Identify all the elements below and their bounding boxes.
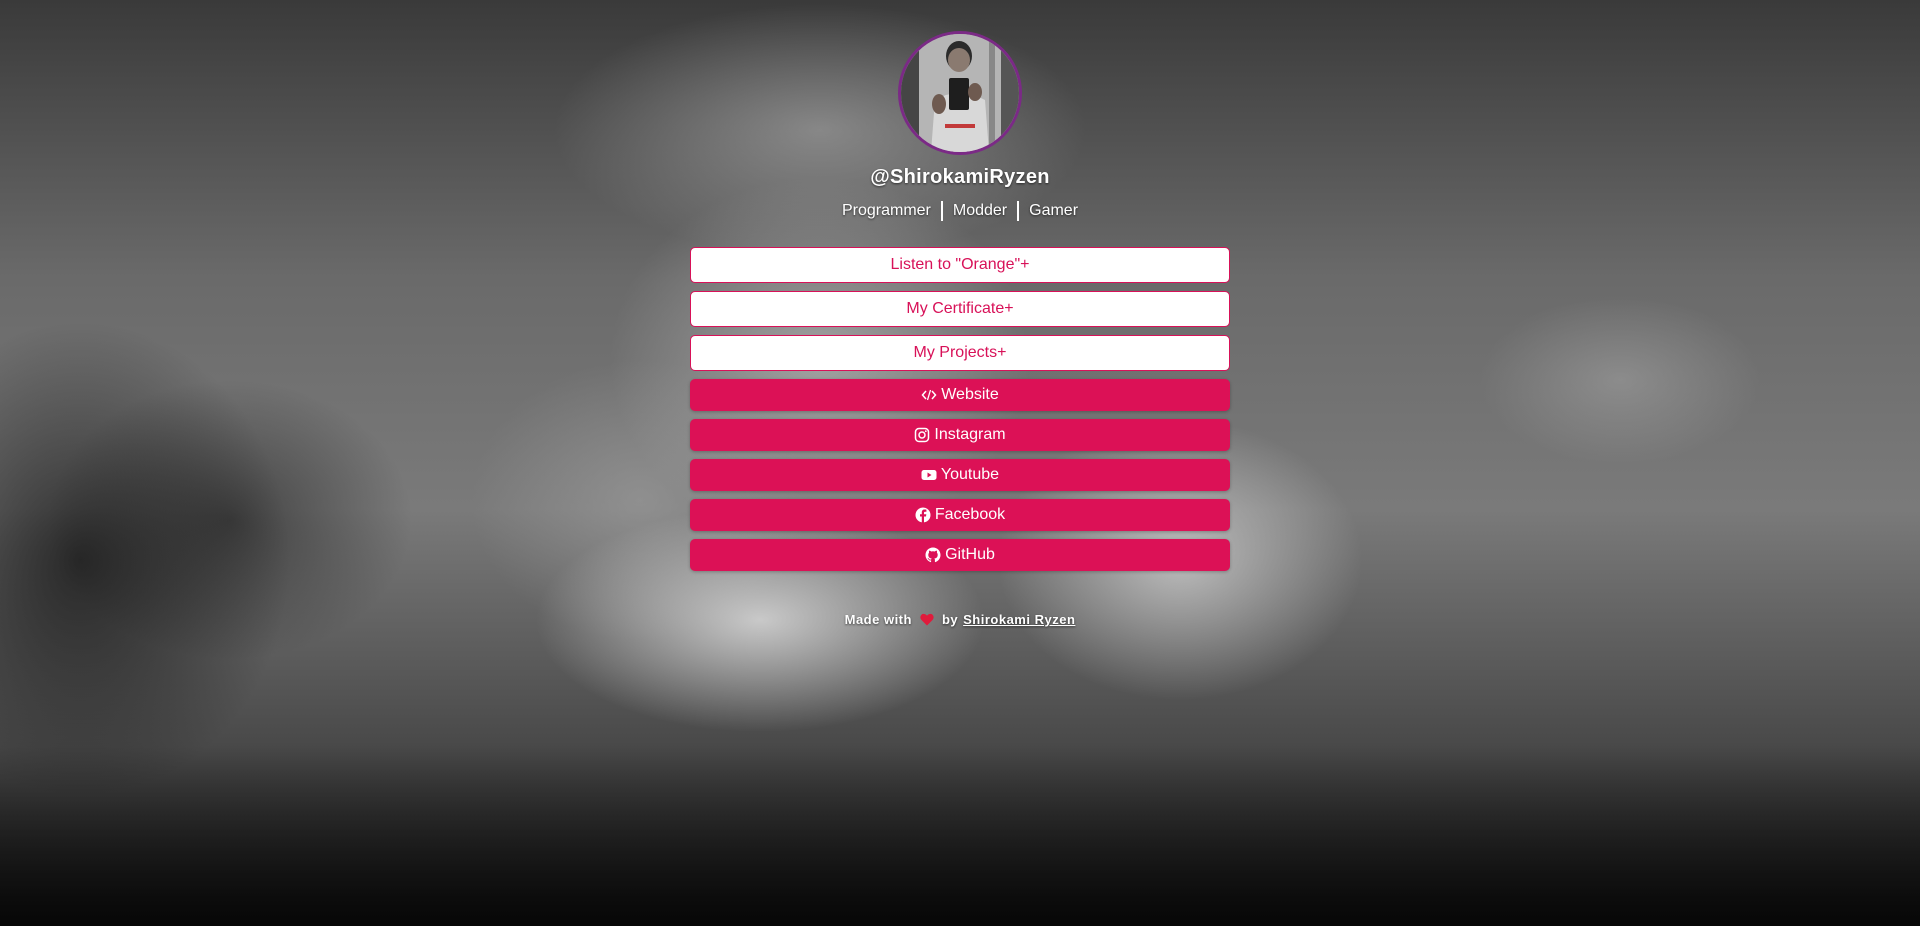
button-label: Website <box>941 386 999 403</box>
link-list: Listen to "Orange"+ My Certificate+ My P… <box>690 247 1230 579</box>
website-button[interactable]: Website <box>690 379 1230 411</box>
made-with-text: Made with <box>844 612 912 627</box>
youtube-button[interactable]: Youtube <box>690 459 1230 491</box>
button-label: My Projects+ <box>913 344 1007 361</box>
code-icon <box>921 387 937 403</box>
avatar <box>898 31 1022 155</box>
heart-icon <box>920 613 934 626</box>
tag-separator <box>1017 201 1020 221</box>
button-label: My Certificate+ <box>906 300 1014 317</box>
youtube-icon <box>921 467 937 483</box>
tag-gamer: Gamer <box>1029 202 1079 219</box>
my-projects-button[interactable]: My Projects+ <box>690 335 1230 371</box>
profile-container: @ShirokamiRyzen Programmer Modder Gamer … <box>0 0 1920 627</box>
by-text: by <box>941 612 959 627</box>
button-label: Instagram <box>934 426 1006 443</box>
button-label: Youtube <box>940 466 1000 483</box>
button-label: GitHub <box>945 546 995 563</box>
tag-programmer: Programmer <box>841 202 931 219</box>
tag-modder: Modder <box>952 202 1008 219</box>
instagram-button[interactable]: Instagram <box>690 419 1230 451</box>
tag-separator <box>940 201 943 221</box>
username: @ShirokamiRyzen <box>870 166 1050 188</box>
facebook-icon <box>915 507 931 523</box>
my-certificate-button[interactable]: My Certificate+ <box>690 291 1230 327</box>
tagline: Programmer Modder Gamer <box>842 201 1078 221</box>
button-label: Listen to "Orange"+ <box>890 256 1030 273</box>
button-label: Facebook <box>934 506 1006 523</box>
background-shade <box>0 746 1920 926</box>
github-button[interactable]: GitHub <box>690 539 1230 571</box>
instagram-icon <box>914 427 930 443</box>
avatar-photo <box>901 34 1019 152</box>
github-icon <box>925 547 941 563</box>
listen-orange-button[interactable]: Listen to "Orange"+ <box>690 247 1230 283</box>
footer-credit: Made with by Shirokami Ryzen <box>845 612 1076 627</box>
facebook-button[interactable]: Facebook <box>690 499 1230 531</box>
author-link[interactable]: Shirokami Ryzen <box>963 612 1075 627</box>
